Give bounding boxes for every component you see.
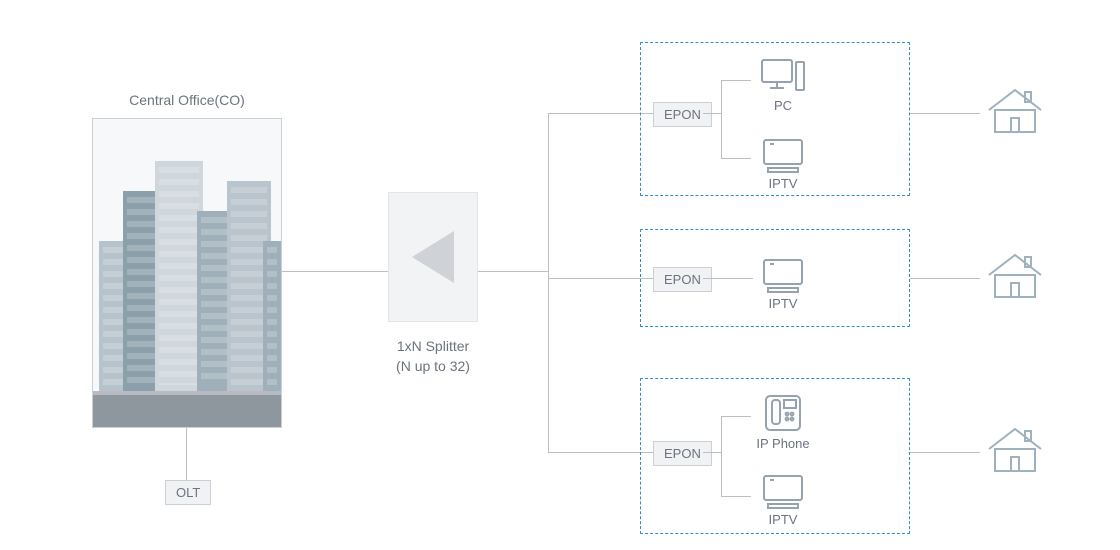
- central-office-title: Central Office(CO): [92, 92, 282, 108]
- connector-line: [721, 80, 751, 81]
- house-icon: [985, 86, 1045, 136]
- house-icon: [985, 425, 1045, 475]
- ip-phone-icon: [760, 390, 806, 434]
- connector-line: [548, 113, 653, 114]
- connector-line: [478, 271, 548, 272]
- pc-icon: [760, 56, 806, 96]
- connector-line: [703, 113, 721, 114]
- connector-line: [721, 416, 751, 417]
- connector-line: [910, 278, 980, 279]
- connector-line: [548, 113, 549, 453]
- connector-line: [548, 278, 653, 279]
- connector-line: [703, 452, 721, 453]
- ip-phone-label: IP Phone: [752, 436, 814, 451]
- connector-line: [721, 496, 751, 497]
- connector-line: [910, 113, 980, 114]
- connector-line: [548, 452, 653, 453]
- connector-line: [721, 80, 722, 158]
- iptv-label-middle: IPTV: [760, 296, 806, 311]
- epon-tag-top: EPON: [653, 102, 712, 127]
- house-icon: [985, 251, 1045, 301]
- epon-tag-bottom: EPON: [653, 441, 712, 466]
- connector-line: [703, 278, 753, 279]
- connector-line: [721, 416, 722, 496]
- iptv-icon: [760, 254, 806, 294]
- epon-tag-middle: EPON: [653, 267, 712, 292]
- central-office-building-icon: [92, 118, 282, 428]
- iptv-label-bottom: IPTV: [760, 512, 806, 527]
- olt-tag: OLT: [165, 480, 211, 505]
- splitter-subtitle: (N up to 32): [388, 358, 478, 374]
- iptv-icon: [760, 470, 806, 510]
- pc-label: PC: [760, 98, 806, 113]
- connector-line: [910, 452, 980, 453]
- iptv-label-top: IPTV: [760, 176, 806, 191]
- splitter-icon: [388, 192, 478, 322]
- splitter-title: 1xN Splitter: [388, 338, 478, 354]
- connector-line: [282, 271, 388, 272]
- connector-line: [186, 428, 187, 480]
- connector-line: [721, 158, 751, 159]
- iptv-icon: [760, 134, 806, 174]
